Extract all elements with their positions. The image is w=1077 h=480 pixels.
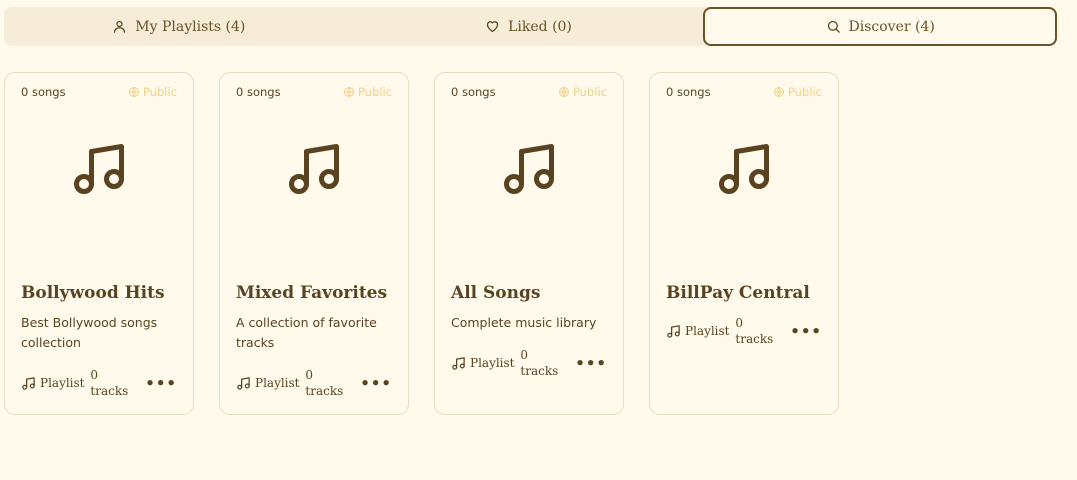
playlist-grid: 0 songs Public Bollywood Hits Best Bolly… <box>4 72 839 415</box>
song-count: 0 songs <box>236 85 281 99</box>
card-footer: Playlist 0 tracks ••• <box>21 367 177 399</box>
music-note-icon <box>74 144 124 194</box>
playlist-title[interactable]: Mixed Favorites <box>236 283 387 303</box>
music-note-icon <box>504 144 554 194</box>
music-note-icon <box>289 144 339 194</box>
track-count: 0 tracks <box>735 315 790 347</box>
music-note-icon <box>667 324 680 338</box>
song-count: 0 songs <box>666 85 711 99</box>
playlist-description: Complete music library <box>451 315 597 330</box>
tab-label: Discover (4) <box>848 18 935 35</box>
track-count-number: 0 <box>520 348 529 362</box>
tab-label: Liked (0) <box>508 18 572 35</box>
playlist-type: Playlist <box>666 324 735 339</box>
playlist-description: A collection of favorite tracks <box>236 315 377 350</box>
song-count: 0 songs <box>451 85 496 99</box>
playlist-type-label: Playlist <box>40 376 85 390</box>
more-options-button[interactable]: ••• <box>145 374 177 392</box>
track-count: 0 tracks <box>90 367 145 399</box>
more-options-button[interactable]: ••• <box>360 374 392 392</box>
track-count-unit: tracks <box>90 384 129 398</box>
playlist-title[interactable]: All Songs <box>451 283 540 303</box>
visibility-badge: Public <box>343 85 392 99</box>
search-icon <box>827 20 840 33</box>
card-header: 0 songs Public <box>21 85 177 99</box>
visibility-badge: Public <box>128 85 177 99</box>
track-count-number: 0 <box>90 368 99 382</box>
heart-icon <box>486 21 499 33</box>
cover-art <box>5 139 193 199</box>
globe-icon <box>343 87 354 97</box>
globe-icon <box>773 87 784 97</box>
more-options-button[interactable]: ••• <box>575 354 607 372</box>
song-count: 0 songs <box>21 85 66 99</box>
music-note-icon <box>22 376 35 390</box>
cover-art <box>435 139 623 199</box>
playlist-title[interactable]: BillPay Central <box>666 283 810 303</box>
globe-icon <box>558 87 569 97</box>
playlist-type: Playlist <box>451 356 520 371</box>
tab-label: My Playlists (4) <box>135 18 246 35</box>
playlist-card[interactable]: 0 songs Public All Songs Complete music … <box>434 72 624 415</box>
track-count-number: 0 <box>735 316 744 330</box>
track-count-unit: tracks <box>735 332 774 346</box>
playlist-description: Best Bollywood songs collection <box>21 315 158 350</box>
card-footer: Playlist 0 tracks ••• <box>236 367 392 399</box>
music-note-icon <box>237 376 250 390</box>
track-count: 0 tracks <box>305 367 360 399</box>
track-count-unit: tracks <box>305 384 344 398</box>
card-header: 0 songs Public <box>451 85 607 99</box>
visibility-badge: Public <box>558 85 607 99</box>
playlist-type-label: Playlist <box>470 356 515 370</box>
visibility-label: Public <box>787 85 822 99</box>
visibility-label: Public <box>572 85 607 99</box>
cover-art <box>220 139 408 199</box>
card-footer: Playlist 0 tracks ••• <box>451 347 607 379</box>
playlist-type: Playlist <box>21 376 90 391</box>
playlist-card[interactable]: 0 songs Public Bollywood Hits Best Bolly… <box>4 72 194 415</box>
user-icon <box>114 20 126 33</box>
more-options-button[interactable]: ••• <box>790 322 822 340</box>
playlist-title[interactable]: Bollywood Hits <box>21 283 165 303</box>
card-header: 0 songs Public <box>666 85 822 99</box>
music-note-icon <box>452 356 465 370</box>
card-footer: Playlist 0 tracks ••• <box>666 315 822 347</box>
tab-discover[interactable]: Discover (4) <box>703 7 1058 46</box>
playlist-type: Playlist <box>236 376 305 391</box>
tab-liked[interactable]: Liked (0) <box>354 7 704 46</box>
music-note-icon <box>719 144 769 194</box>
visibility-label: Public <box>357 85 392 99</box>
cover-art <box>650 139 838 199</box>
track-count: 0 tracks <box>520 347 575 379</box>
view-tabs: My Playlists (4) Liked (0) Discover (4) <box>4 7 1058 46</box>
card-header: 0 songs Public <box>236 85 392 99</box>
playlist-card[interactable]: 0 songs Public BillPay Central Playlist … <box>649 72 839 415</box>
track-count-number: 0 <box>305 368 314 382</box>
playlist-type-label: Playlist <box>685 324 730 338</box>
track-count-unit: tracks <box>520 364 559 378</box>
visibility-badge: Public <box>773 85 822 99</box>
playlist-card[interactable]: 0 songs Public Mixed Favorites A collect… <box>219 72 409 415</box>
visibility-label: Public <box>142 85 177 99</box>
tab-my-playlists[interactable]: My Playlists (4) <box>4 7 354 46</box>
globe-icon <box>128 87 139 97</box>
playlist-type-label: Playlist <box>255 376 300 390</box>
